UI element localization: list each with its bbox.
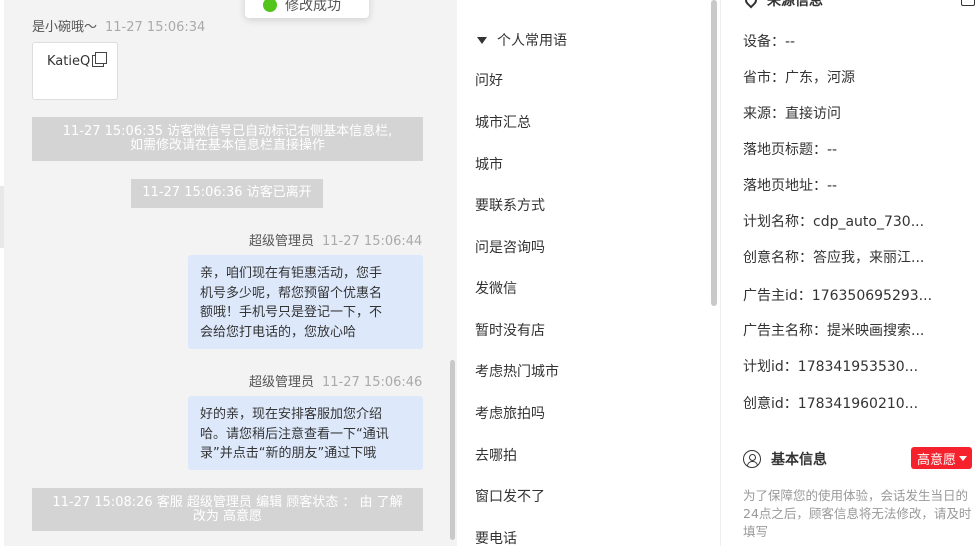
bubble-line: 会给您打电话的，您放心哈 (200, 324, 357, 340)
phrase-item[interactable]: 城市 (475, 154, 503, 174)
info-label: 创意id： (743, 396, 798, 412)
bubble-line: 好的亲，现在安排客服加您介绍 (200, 407, 383, 422)
phrase-item[interactable]: 发微信 (475, 278, 517, 298)
phrase-panel: 个人常用语 问好 城市汇总 城市 要联系方式 问是咨询吗 发微信 暂时没有店 考… (457, 0, 721, 546)
phrase-item[interactable]: 城市汇总 (475, 112, 531, 132)
info-row-source: 来源：直接访问 (743, 103, 841, 123)
info-value: 提米映画搜索... (827, 323, 925, 339)
info-value: -- (827, 178, 838, 194)
phrase-item[interactable]: 考虑旅拍吗 (475, 403, 545, 423)
visitor-time: 11-27 15:06:34 (105, 20, 206, 35)
agent-sender-line: 超级管理员 11-27 15:06:46 (249, 371, 422, 390)
info-label: 落地页标题： (743, 142, 827, 158)
toast-text: 修改成功 (285, 0, 341, 14)
info-value: -- (785, 34, 796, 50)
phrase-item[interactable]: 去哪拍 (475, 445, 517, 465)
caret-down-icon (959, 455, 968, 461)
info-row-advertiser-name: 广告主名称：提米映画搜索... (743, 320, 924, 340)
intent-status-dropdown[interactable]: 高意愿 (911, 447, 973, 469)
phrase-item[interactable]: 问好 (475, 70, 503, 90)
phrase-item[interactable]: 要电话 (475, 528, 517, 546)
phrase-scrollbar[interactable] (711, 0, 717, 306)
visitor-name: 是小碗哦～ (32, 20, 98, 35)
copy-icon[interactable] (92, 52, 108, 67)
info-value: 广东，河源 (785, 70, 855, 86)
triangle-down-icon (477, 36, 487, 44)
bubble-line: 机号多少呢，帮您预留个优惠名 (200, 285, 383, 301)
phrase-group-header[interactable]: 个人常用语 (477, 30, 567, 50)
info-row-creative-name: 创意名称：答应我，来丽江... (743, 247, 924, 267)
system-message-line: 11-27 15:08:26 客服 超级管理员 编辑 顾客状态 ： 由 了解 (52, 495, 403, 510)
info-value: 答应我，来丽江... (813, 250, 925, 266)
chat-scrollbar[interactable] (450, 360, 455, 540)
system-message: 11-27 15:08:26 客服 超级管理员 编辑 顾客状态 ： 由 了解 改… (32, 488, 423, 531)
edit-deadline-note: 为了保障您的使用体验，会话发生当日的24点之后，顾客信息将无法修改，请及时填写 (743, 488, 972, 539)
info-row-device: 设备：-- (743, 31, 795, 51)
phrase-item[interactable]: 考虑热门城市 (475, 361, 559, 381)
info-label: 广告主名称： (743, 323, 827, 339)
info-row-region: 省市：广东，河源 (743, 67, 855, 87)
info-label: 广告主id： (743, 288, 812, 304)
info-value: cdp_auto_730... (813, 214, 925, 230)
agent-message-bubble[interactable]: 好的亲，现在安排客服加您介绍 哈。请您稍后注意查看一下“通讯 录”并点击“新的朋… (188, 396, 423, 470)
phrase-item[interactable]: 暂时没有店 (475, 320, 545, 340)
info-value: 178341953530... (797, 359, 919, 375)
system-message: 11-27 15:06:35 访客微信号已自动标记右侧基本信息栏, 如需修改请在… (32, 117, 423, 161)
info-row-landing-title: 落地页标题：-- (743, 139, 837, 159)
info-label: 创意名称： (743, 250, 813, 266)
card-text: KatieQ (47, 54, 91, 69)
agent-sender-line: 超级管理员 11-27 15:06:44 (249, 230, 422, 249)
info-value: 178341960210... (797, 396, 919, 412)
info-label: 计划名称： (743, 214, 813, 230)
system-message: 11-27 15:06:36 访客已离开 (131, 179, 323, 208)
basic-info-header: 基本信息 (743, 449, 827, 469)
bubble-line: 额哦！手机号只是登记一下，不 (200, 305, 383, 320)
phrase-item[interactable]: 问是咨询吗 (475, 237, 545, 257)
user-circle-icon (743, 450, 761, 468)
basic-info-title: 基本信息 (771, 452, 827, 468)
info-row-plan-id: 计划id：178341953530... (743, 356, 918, 376)
success-toast: 修改成功 (245, 0, 369, 18)
edit-icon[interactable] (961, 0, 975, 6)
phrase-group-title: 个人常用语 (497, 33, 567, 49)
chat-left-strip (0, 0, 4, 546)
source-info-title: 来源信息 (767, 0, 823, 9)
info-value: 176350695293... (811, 288, 933, 304)
info-value: 直接访问 (785, 106, 841, 122)
bubble-line: 亲，咱们现在有钜惠活动，您手 (200, 266, 383, 281)
agent-time: 11-27 15:06:46 (322, 375, 423, 390)
system-message-line: 11-27 15:06:36 访客已离开 (142, 185, 312, 200)
phrase-item[interactable]: 窗口发不了 (475, 486, 545, 506)
agent-time: 11-27 15:06:44 (322, 234, 423, 249)
info-value: -- (827, 142, 838, 158)
info-label: 计划id： (743, 359, 798, 375)
info-label: 落地页地址： (743, 178, 827, 194)
info-row-plan-name: 计划名称：cdp_auto_730... (743, 211, 924, 231)
info-row-advertiser-id: 广告主id：176350695293... (743, 285, 932, 305)
chat-left-notch (0, 186, 4, 248)
system-message-line: 11-27 15:06:35 访客微信号已自动标记右侧基本信息栏, (62, 124, 393, 139)
visitor-card-message[interactable]: KatieQ (32, 42, 118, 100)
info-label: 设备： (743, 34, 785, 50)
system-message-line: 改为 高意愿 (192, 509, 263, 524)
agent-name: 超级管理员 (249, 234, 315, 249)
bubble-line: 哈。请您稍后注意查看一下“通讯 (200, 426, 389, 442)
agent-name: 超级管理员 (249, 375, 315, 390)
chat-panel[interactable]: 是小碗哦～ 11-27 15:06:34 KatieQ 11-27 15:06:3… (0, 0, 457, 546)
info-row-landing-url: 落地页地址：-- (743, 175, 837, 195)
bubble-line: 录”并点击“新的朋友”通过下哦 (200, 446, 377, 461)
info-row-creative-id: 创意id：178341960210... (743, 393, 918, 413)
info-label: 省市： (743, 70, 785, 86)
check-circle-icon (263, 0, 277, 12)
phrase-item[interactable]: 要联系方式 (475, 195, 545, 215)
source-info-header: 来源信息 (742, 0, 823, 10)
customer-info-panel: 来源信息 设备：-- 省市：广东，河源 来源：直接访问 落地页标题：-- 落地页… (721, 0, 979, 546)
system-message-line: 如需修改请在基本信息栏直接操作 (129, 138, 325, 153)
visitor-sender-line: 是小碗哦～ 11-27 15:06:34 (32, 16, 205, 35)
info-label: 来源： (743, 106, 785, 122)
location-pin-icon (742, 0, 760, 9)
agent-message-bubble[interactable]: 亲，咱们现在有钜惠活动，您手 机号多少呢，帮您预留个优惠名 额哦！手机号只是登记… (188, 255, 423, 349)
intent-status-label: 高意愿 (917, 452, 957, 468)
